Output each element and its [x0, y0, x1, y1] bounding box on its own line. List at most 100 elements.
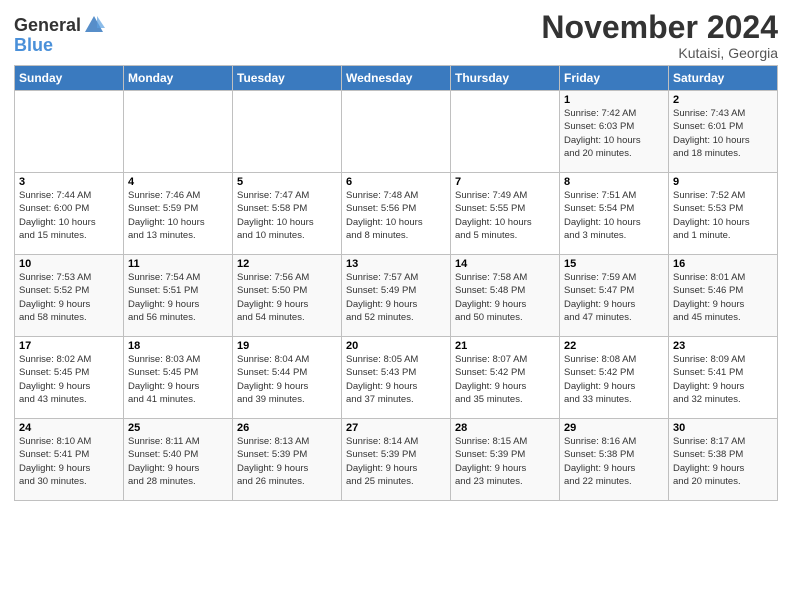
day-detail: Sunrise: 7:44 AM Sunset: 6:00 PM Dayligh…	[19, 189, 119, 242]
day-number: 20	[346, 340, 446, 352]
col-saturday: Saturday	[669, 66, 778, 91]
table-row: 27Sunrise: 8:14 AM Sunset: 5:39 PM Dayli…	[342, 419, 451, 501]
day-detail: Sunrise: 7:59 AM Sunset: 5:47 PM Dayligh…	[564, 271, 664, 324]
table-row: 7Sunrise: 7:49 AM Sunset: 5:55 PM Daylig…	[451, 173, 560, 255]
day-detail: Sunrise: 7:47 AM Sunset: 5:58 PM Dayligh…	[237, 189, 337, 242]
day-number: 11	[128, 258, 228, 270]
table-row: 11Sunrise: 7:54 AM Sunset: 5:51 PM Dayli…	[124, 255, 233, 337]
logo-general-text: General	[14, 16, 81, 34]
table-row: 16Sunrise: 8:01 AM Sunset: 5:46 PM Dayli…	[669, 255, 778, 337]
day-number: 1	[564, 94, 664, 106]
day-number: 9	[673, 176, 773, 188]
day-detail: Sunrise: 8:10 AM Sunset: 5:41 PM Dayligh…	[19, 435, 119, 488]
table-row: 20Sunrise: 8:05 AM Sunset: 5:43 PM Dayli…	[342, 337, 451, 419]
day-detail: Sunrise: 8:17 AM Sunset: 5:38 PM Dayligh…	[673, 435, 773, 488]
day-number: 6	[346, 176, 446, 188]
day-detail: Sunrise: 8:13 AM Sunset: 5:39 PM Dayligh…	[237, 435, 337, 488]
table-row: 25Sunrise: 8:11 AM Sunset: 5:40 PM Dayli…	[124, 419, 233, 501]
table-row: 21Sunrise: 8:07 AM Sunset: 5:42 PM Dayli…	[451, 337, 560, 419]
day-detail: Sunrise: 7:42 AM Sunset: 6:03 PM Dayligh…	[564, 107, 664, 160]
header: General Blue November 2024 Kutaisi, Geor…	[14, 10, 778, 61]
page-container: General Blue November 2024 Kutaisi, Geor…	[0, 0, 792, 511]
day-detail: Sunrise: 7:46 AM Sunset: 5:59 PM Dayligh…	[128, 189, 228, 242]
table-row: 17Sunrise: 8:02 AM Sunset: 5:45 PM Dayli…	[15, 337, 124, 419]
calendar-week-row: 3Sunrise: 7:44 AM Sunset: 6:00 PM Daylig…	[15, 173, 778, 255]
table-row	[15, 91, 124, 173]
table-row	[451, 91, 560, 173]
day-number: 25	[128, 422, 228, 434]
day-number: 28	[455, 422, 555, 434]
day-detail: Sunrise: 8:14 AM Sunset: 5:39 PM Dayligh…	[346, 435, 446, 488]
day-detail: Sunrise: 7:51 AM Sunset: 5:54 PM Dayligh…	[564, 189, 664, 242]
table-row: 22Sunrise: 8:08 AM Sunset: 5:42 PM Dayli…	[560, 337, 669, 419]
table-row: 28Sunrise: 8:15 AM Sunset: 5:39 PM Dayli…	[451, 419, 560, 501]
day-number: 26	[237, 422, 337, 434]
table-row: 26Sunrise: 8:13 AM Sunset: 5:39 PM Dayli…	[233, 419, 342, 501]
day-number: 13	[346, 258, 446, 270]
table-row: 15Sunrise: 7:59 AM Sunset: 5:47 PM Dayli…	[560, 255, 669, 337]
table-row: 3Sunrise: 7:44 AM Sunset: 6:00 PM Daylig…	[15, 173, 124, 255]
day-detail: Sunrise: 8:02 AM Sunset: 5:45 PM Dayligh…	[19, 353, 119, 406]
col-sunday: Sunday	[15, 66, 124, 91]
col-friday: Friday	[560, 66, 669, 91]
day-detail: Sunrise: 8:08 AM Sunset: 5:42 PM Dayligh…	[564, 353, 664, 406]
day-number: 8	[564, 176, 664, 188]
calendar-table: Sunday Monday Tuesday Wednesday Thursday…	[14, 65, 778, 501]
logo-blue-text: Blue	[14, 35, 53, 55]
table-row	[233, 91, 342, 173]
table-row: 4Sunrise: 7:46 AM Sunset: 5:59 PM Daylig…	[124, 173, 233, 255]
day-detail: Sunrise: 8:15 AM Sunset: 5:39 PM Dayligh…	[455, 435, 555, 488]
table-row: 14Sunrise: 7:58 AM Sunset: 5:48 PM Dayli…	[451, 255, 560, 337]
day-detail: Sunrise: 8:16 AM Sunset: 5:38 PM Dayligh…	[564, 435, 664, 488]
day-detail: Sunrise: 8:04 AM Sunset: 5:44 PM Dayligh…	[237, 353, 337, 406]
table-row: 6Sunrise: 7:48 AM Sunset: 5:56 PM Daylig…	[342, 173, 451, 255]
day-number: 12	[237, 258, 337, 270]
col-wednesday: Wednesday	[342, 66, 451, 91]
day-number: 4	[128, 176, 228, 188]
day-detail: Sunrise: 7:54 AM Sunset: 5:51 PM Dayligh…	[128, 271, 228, 324]
table-row: 23Sunrise: 8:09 AM Sunset: 5:41 PM Dayli…	[669, 337, 778, 419]
day-number: 17	[19, 340, 119, 352]
calendar-header-row: Sunday Monday Tuesday Wednesday Thursday…	[15, 66, 778, 91]
day-number: 14	[455, 258, 555, 270]
logo-icon	[83, 14, 105, 36]
day-number: 19	[237, 340, 337, 352]
col-monday: Monday	[124, 66, 233, 91]
calendar-week-row: 17Sunrise: 8:02 AM Sunset: 5:45 PM Dayli…	[15, 337, 778, 419]
day-number: 3	[19, 176, 119, 188]
table-row: 13Sunrise: 7:57 AM Sunset: 5:49 PM Dayli…	[342, 255, 451, 337]
day-detail: Sunrise: 7:53 AM Sunset: 5:52 PM Dayligh…	[19, 271, 119, 324]
col-thursday: Thursday	[451, 66, 560, 91]
day-detail: Sunrise: 8:01 AM Sunset: 5:46 PM Dayligh…	[673, 271, 773, 324]
day-number: 2	[673, 94, 773, 106]
table-row: 5Sunrise: 7:47 AM Sunset: 5:58 PM Daylig…	[233, 173, 342, 255]
day-number: 7	[455, 176, 555, 188]
table-row	[342, 91, 451, 173]
month-title: November 2024	[541, 10, 778, 45]
table-row: 24Sunrise: 8:10 AM Sunset: 5:41 PM Dayli…	[15, 419, 124, 501]
day-number: 23	[673, 340, 773, 352]
day-number: 22	[564, 340, 664, 352]
day-detail: Sunrise: 7:58 AM Sunset: 5:48 PM Dayligh…	[455, 271, 555, 324]
day-detail: Sunrise: 8:09 AM Sunset: 5:41 PM Dayligh…	[673, 353, 773, 406]
day-detail: Sunrise: 7:57 AM Sunset: 5:49 PM Dayligh…	[346, 271, 446, 324]
table-row: 9Sunrise: 7:52 AM Sunset: 5:53 PM Daylig…	[669, 173, 778, 255]
day-number: 16	[673, 258, 773, 270]
day-number: 27	[346, 422, 446, 434]
title-area: November 2024 Kutaisi, Georgia	[541, 10, 778, 61]
day-number: 5	[237, 176, 337, 188]
location-subtitle: Kutaisi, Georgia	[541, 45, 778, 61]
calendar-week-row: 1Sunrise: 7:42 AM Sunset: 6:03 PM Daylig…	[15, 91, 778, 173]
table-row: 29Sunrise: 8:16 AM Sunset: 5:38 PM Dayli…	[560, 419, 669, 501]
day-detail: Sunrise: 7:52 AM Sunset: 5:53 PM Dayligh…	[673, 189, 773, 242]
table-row: 10Sunrise: 7:53 AM Sunset: 5:52 PM Dayli…	[15, 255, 124, 337]
day-number: 30	[673, 422, 773, 434]
day-detail: Sunrise: 7:48 AM Sunset: 5:56 PM Dayligh…	[346, 189, 446, 242]
day-detail: Sunrise: 7:49 AM Sunset: 5:55 PM Dayligh…	[455, 189, 555, 242]
day-number: 10	[19, 258, 119, 270]
day-number: 18	[128, 340, 228, 352]
table-row: 18Sunrise: 8:03 AM Sunset: 5:45 PM Dayli…	[124, 337, 233, 419]
day-detail: Sunrise: 8:07 AM Sunset: 5:42 PM Dayligh…	[455, 353, 555, 406]
day-number: 29	[564, 422, 664, 434]
day-number: 21	[455, 340, 555, 352]
